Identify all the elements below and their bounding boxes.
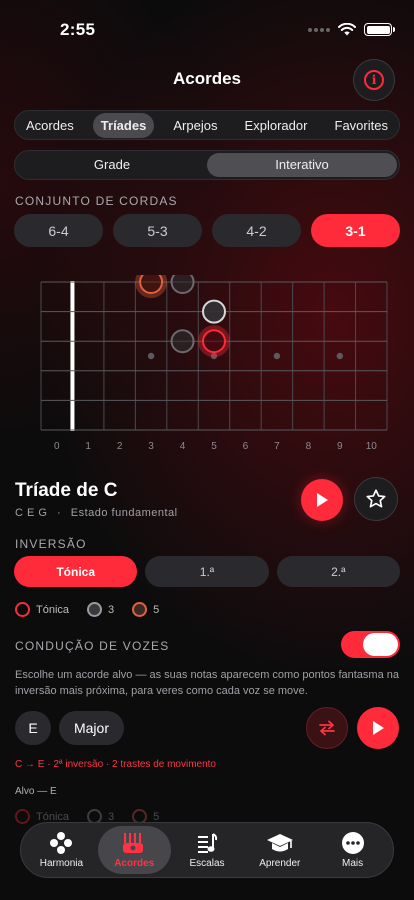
string-set-3-1[interactable]: 3-1 bbox=[311, 214, 400, 247]
note-legend: Tónica 3 5 bbox=[15, 602, 159, 617]
tab-explorador[interactable]: Explorador bbox=[237, 113, 316, 138]
voice-leading-label: CONDUÇÃO DE VOZES bbox=[15, 639, 170, 653]
guitar-icon bbox=[121, 831, 147, 855]
inversion-2[interactable]: 2.ª bbox=[276, 556, 400, 587]
fret-number-10: 10 bbox=[366, 441, 378, 452]
note-dot-root[interactable] bbox=[202, 329, 226, 354]
inversion-1[interactable]: 1.ª bbox=[145, 556, 269, 587]
legend-third-label: 3 bbox=[108, 603, 115, 616]
status-icons bbox=[308, 23, 395, 36]
swap-button[interactable] bbox=[306, 707, 348, 749]
play-voice-leading-button[interactable] bbox=[357, 707, 399, 749]
swap-arrows-icon bbox=[319, 720, 335, 736]
tab-bar-label: Harmonia bbox=[39, 858, 84, 869]
note-dot-root[interactable] bbox=[139, 275, 164, 294]
tab-bar-item-harmonia[interactable]: Harmonia bbox=[25, 826, 98, 874]
cellular-signal-icon bbox=[308, 27, 330, 32]
string-set-5-3[interactable]: 5-3 bbox=[113, 214, 202, 247]
string-set-selector: 6-4 5-3 4-2 3-1 bbox=[14, 214, 400, 247]
third-legend-icon bbox=[87, 602, 103, 617]
star-icon bbox=[366, 489, 386, 508]
tab-bar: Harmonia Acordes Escalas Aprender Mais bbox=[20, 822, 394, 878]
inversion-tonica[interactable]: Tónica bbox=[14, 556, 138, 587]
fret-number-3: 3 bbox=[148, 441, 154, 452]
fret-marker bbox=[336, 352, 344, 360]
fret-number-5: 5 bbox=[211, 441, 217, 452]
view-mode-toggle: Grade Interativo bbox=[14, 150, 400, 180]
fret-number-8: 8 bbox=[306, 441, 312, 452]
graduation-cap-icon bbox=[266, 831, 294, 855]
tab-bar-item-mais[interactable]: Mais bbox=[316, 826, 389, 874]
tab-acordes[interactable]: Acordes bbox=[18, 113, 82, 138]
harmony-icon bbox=[49, 831, 73, 855]
chord-subtitle: C E G · Estado fundamental bbox=[15, 507, 178, 519]
tab-triades[interactable]: Tríades bbox=[92, 112, 155, 138]
tab-bar-label: Aprender bbox=[259, 858, 301, 869]
tab-bar-item-acordes[interactable]: Acordes bbox=[97, 826, 171, 874]
inversion-selector: Tónica 1.ª 2.ª bbox=[14, 556, 400, 587]
battery-icon bbox=[364, 23, 395, 36]
root-legend-icon bbox=[15, 602, 30, 617]
fret-number-1: 1 bbox=[85, 441, 91, 452]
note-dot-ghost[interactable] bbox=[170, 275, 195, 294]
string-set-label: CONJUNTO DE CORDAS bbox=[15, 194, 178, 208]
inversion-label: INVERSÃO bbox=[15, 537, 87, 551]
tab-bar-label: Acordes bbox=[114, 858, 155, 869]
mode-interativo[interactable]: Interativo bbox=[207, 153, 397, 177]
legend-fifth-label: 5 bbox=[153, 810, 160, 823]
tab-bar-label: Mais bbox=[342, 858, 364, 869]
target-key-button[interactable]: E bbox=[15, 711, 51, 745]
mode-grade[interactable]: Grade bbox=[17, 153, 207, 177]
fret-number-7: 7 bbox=[274, 441, 280, 452]
more-icon bbox=[341, 831, 365, 855]
tab-favorites[interactable]: Favorites bbox=[327, 113, 396, 138]
fretboard[interactable]: 0 1 2 3 4 5 6 7 8 9 10 bbox=[28, 275, 398, 460]
chord-notes: C E G bbox=[15, 507, 48, 519]
note-dot-ghost[interactable] bbox=[170, 329, 195, 354]
tab-bar-label: Escalas bbox=[189, 858, 225, 869]
movement-summary: C → E · 2ª inversão · 2 trastes de movim… bbox=[15, 759, 216, 770]
fret-number-2: 2 bbox=[117, 441, 123, 452]
chord-position: Estado fundamental bbox=[70, 507, 178, 519]
fret-number-4: 4 bbox=[180, 441, 186, 452]
chord-name: Tríade de C bbox=[15, 480, 118, 501]
scales-icon bbox=[195, 831, 219, 855]
play-icon bbox=[373, 721, 384, 735]
info-button[interactable]: i bbox=[353, 59, 395, 101]
separator: · bbox=[57, 507, 62, 519]
legend-root-label: Tónica bbox=[36, 603, 70, 616]
fifth-legend-icon bbox=[132, 602, 148, 617]
voice-leading-description: Escolhe um acorde alvo — as suas notas a… bbox=[15, 669, 399, 697]
legend-third-label: 3 bbox=[108, 810, 115, 823]
root-legend-icon bbox=[15, 809, 30, 824]
page-title: Acordes bbox=[172, 69, 242, 88]
fret-number-6: 6 bbox=[243, 441, 249, 452]
fret-number-9: 9 bbox=[337, 441, 343, 452]
play-icon bbox=[317, 493, 328, 507]
favorite-button[interactable] bbox=[354, 477, 398, 521]
fret-number-0: 0 bbox=[54, 441, 60, 452]
play-chord-button[interactable] bbox=[301, 479, 343, 521]
legend-fifth-label: 5 bbox=[153, 603, 160, 616]
fret-marker bbox=[273, 352, 281, 360]
note-dot-fifth[interactable] bbox=[202, 299, 226, 324]
category-tabs: Acordes Tríades Arpejos Explorador Favorites bbox=[14, 110, 400, 140]
voice-leading-toggle[interactable] bbox=[341, 631, 400, 658]
info-icon: i bbox=[364, 70, 384, 90]
fret-marker bbox=[147, 352, 155, 360]
target-label: Alvo — E bbox=[15, 786, 57, 797]
tab-bar-item-aprender[interactable]: Aprender bbox=[243, 826, 316, 874]
wifi-icon bbox=[338, 23, 356, 36]
tab-bar-item-escalas[interactable]: Escalas bbox=[171, 826, 244, 874]
legend-root-label: Tónica bbox=[36, 810, 70, 823]
string-set-4-2[interactable]: 4-2 bbox=[212, 214, 301, 247]
string-set-6-4[interactable]: 6-4 bbox=[14, 214, 103, 247]
status-time: 2:55 bbox=[60, 20, 96, 39]
tab-arpejos[interactable]: Arpejos bbox=[165, 113, 225, 138]
target-quality-button[interactable]: Major bbox=[59, 711, 124, 745]
